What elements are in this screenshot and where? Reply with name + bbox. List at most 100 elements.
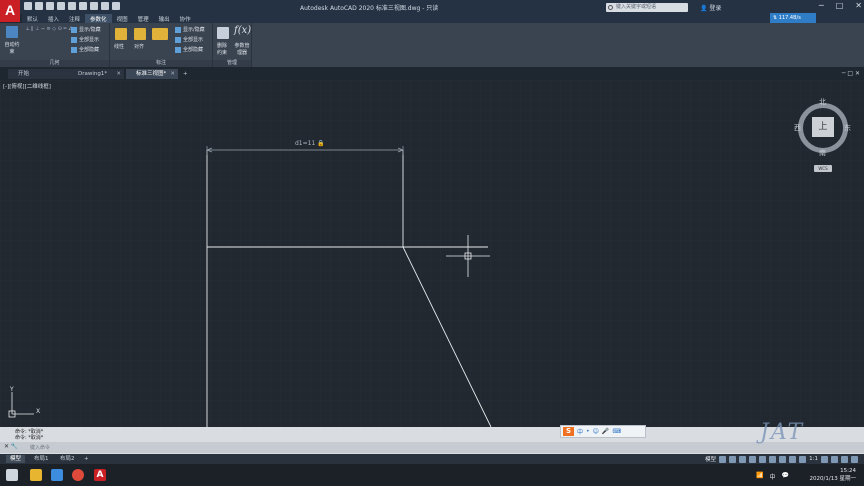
panel-geometry-label[interactable]: 几何	[0, 60, 109, 67]
compass-west[interactable]: 西	[794, 123, 801, 133]
fullscreen-icon[interactable]	[841, 455, 848, 463]
workspace-icon[interactable]	[821, 455, 828, 463]
tab-output[interactable]: 输出	[154, 14, 175, 23]
ime-toolbar[interactable]: S 中 • ☺ 🎤 ⌨	[560, 425, 646, 438]
command-line[interactable]	[0, 442, 864, 453]
tab-manage[interactable]: 管理	[133, 14, 154, 23]
search-input[interactable]: 键入关键字或短语	[606, 3, 688, 12]
param-manager-label[interactable]: 参数管理器	[233, 42, 251, 56]
close-tab-icon[interactable]: ✕	[116, 69, 121, 79]
ime-mic-icon[interactable]: 🎤	[602, 428, 609, 435]
autocad-logo[interactable]: A	[0, 0, 20, 22]
drawing-svg[interactable]	[0, 80, 864, 428]
input-method-indicator[interactable]: 中	[769, 472, 775, 481]
command-input[interactable]: 键入命令	[30, 444, 50, 451]
new-icon[interactable]	[24, 2, 32, 10]
dim-hide-all[interactable]: 全部隐藏	[175, 46, 203, 53]
model-space-toggle[interactable]: 模型	[705, 455, 716, 463]
notification-icon[interactable]: 💬	[782, 472, 789, 481]
sogou-icon[interactable]: S	[563, 427, 574, 436]
tab-collaborate[interactable]: 协作	[175, 14, 196, 23]
clock[interactable]: 15:24 2020/1/13 星期一	[810, 467, 856, 483]
aligned-lock-icon[interactable]	[134, 28, 146, 40]
new-tab-button[interactable]: +	[180, 69, 192, 79]
print-icon[interactable]	[90, 2, 98, 10]
command-tools-icon[interactable]: ✕ 🔧	[4, 443, 18, 450]
tab-parametric[interactable]: 参数化	[85, 14, 112, 23]
save-as-icon[interactable]	[57, 2, 65, 10]
ime-punct-icon[interactable]: •	[586, 428, 590, 435]
tab-view[interactable]: 视图	[112, 14, 133, 23]
compass-south[interactable]: 南	[819, 148, 826, 158]
viewport-controls[interactable]: ─ □ ✕	[842, 70, 860, 77]
sign-in-button[interactable]: 👤 登录	[700, 3, 721, 12]
dim-show-hide[interactable]: 显示/隐藏	[175, 26, 205, 33]
geo-hide-all[interactable]: 全部隐藏	[71, 46, 99, 53]
web-open-icon[interactable]	[68, 2, 76, 10]
auto-constrain-label[interactable]: 自动约束	[3, 41, 21, 55]
grid-icon[interactable]	[719, 455, 727, 463]
tab-insert[interactable]: 插入	[43, 14, 64, 23]
viewcube[interactable]: 上 北 南 西 东 WCS	[794, 97, 854, 172]
close-tab-icon[interactable]: ✕	[170, 69, 175, 79]
network-icon[interactable]: 📶	[756, 472, 763, 481]
linear-label[interactable]: 线性	[114, 43, 124, 50]
osnap-icon[interactable]	[759, 455, 767, 463]
file-explorer-icon[interactable]	[30, 469, 42, 481]
file-tab-standard-views[interactable]: 标准三视图* ✕	[126, 69, 178, 79]
autocad-taskbar-icon[interactable]: A	[94, 469, 106, 481]
ime-mode[interactable]: 中	[577, 427, 583, 436]
param-manager-icon[interactable]: f(x)	[234, 25, 251, 36]
viewcube-face[interactable]: 上	[812, 117, 834, 137]
tab-default[interactable]: 默认	[22, 14, 43, 23]
ime-keyboard-icon[interactable]: ⌨	[612, 428, 621, 435]
panel-dimensional-label[interactable]: 标注	[110, 60, 212, 67]
layout-tab-model[interactable]: 模型	[6, 455, 26, 463]
maximize-icon[interactable]: □	[836, 1, 844, 10]
dimension-label[interactable]: d1=11 🔒	[295, 140, 325, 147]
selection-cycling-icon[interactable]	[799, 455, 807, 463]
geo-show-hide[interactable]: 显示/隐藏	[71, 26, 101, 33]
snap-icon[interactable]	[729, 455, 737, 463]
wcs-menu[interactable]: WCS	[814, 165, 832, 172]
viewport-label[interactable]: [-][俯视][二维线框]	[3, 82, 51, 90]
redo-icon[interactable]	[112, 2, 120, 10]
polar-icon[interactable]	[749, 455, 757, 463]
layout-tab-layout2[interactable]: 布局2	[56, 455, 79, 463]
auto-constrain-icon[interactable]	[6, 26, 18, 38]
linear-lock-icon[interactable]	[115, 28, 127, 40]
delete-constraints-label[interactable]: 删除约束	[215, 42, 229, 56]
panel-manage-label[interactable]: 管理	[213, 60, 251, 67]
chrome-icon[interactable]	[72, 469, 84, 481]
dim-show-all[interactable]: 全部显示	[175, 36, 203, 43]
compass-north[interactable]: 北	[819, 97, 826, 107]
web-save-icon[interactable]	[79, 2, 87, 10]
minimize-icon[interactable]: ─	[819, 1, 824, 10]
isolate-icon[interactable]	[831, 455, 838, 463]
customize-icon[interactable]	[851, 455, 858, 463]
ortho-icon[interactable]	[739, 455, 747, 463]
otrack-icon[interactable]	[769, 455, 777, 463]
file-tab-drawing1[interactable]: Drawing1* ✕	[68, 69, 124, 79]
start-icon[interactable]	[6, 469, 18, 481]
transparency-icon[interactable]	[789, 455, 797, 463]
aligned-label[interactable]: 对齐	[134, 43, 144, 50]
compass-east[interactable]: 东	[844, 123, 851, 133]
ime-emoji-icon[interactable]: ☺	[593, 428, 599, 435]
layout-tab-layout1[interactable]: 布局1	[30, 455, 53, 463]
undo-icon[interactable]	[101, 2, 109, 10]
store-icon[interactable]	[51, 469, 63, 481]
add-layout-button[interactable]: +	[80, 455, 93, 463]
file-tab-start[interactable]: 开始	[8, 69, 68, 79]
save-icon[interactable]	[46, 2, 54, 10]
tab-annotate[interactable]: 注释	[64, 14, 85, 23]
dynamic-dim-icon[interactable]	[152, 28, 168, 40]
open-icon[interactable]	[35, 2, 43, 10]
drawing-canvas[interactable]: d1=11 🔒 Y X	[0, 80, 864, 428]
geometric-constraint-icons[interactable]: ⟂ ∥ ⊥ ⌒ ≡ ◇ ⊙ ═ ∠	[26, 26, 73, 32]
lineweight-icon[interactable]	[779, 455, 787, 463]
geo-show-all[interactable]: 全部显示	[71, 36, 99, 43]
close-icon[interactable]: ✕	[855, 1, 862, 10]
annotation-scale[interactable]: 1:1	[809, 456, 818, 462]
a360-connect-button[interactable]: ⇅ 117.4B/s	[770, 13, 816, 23]
